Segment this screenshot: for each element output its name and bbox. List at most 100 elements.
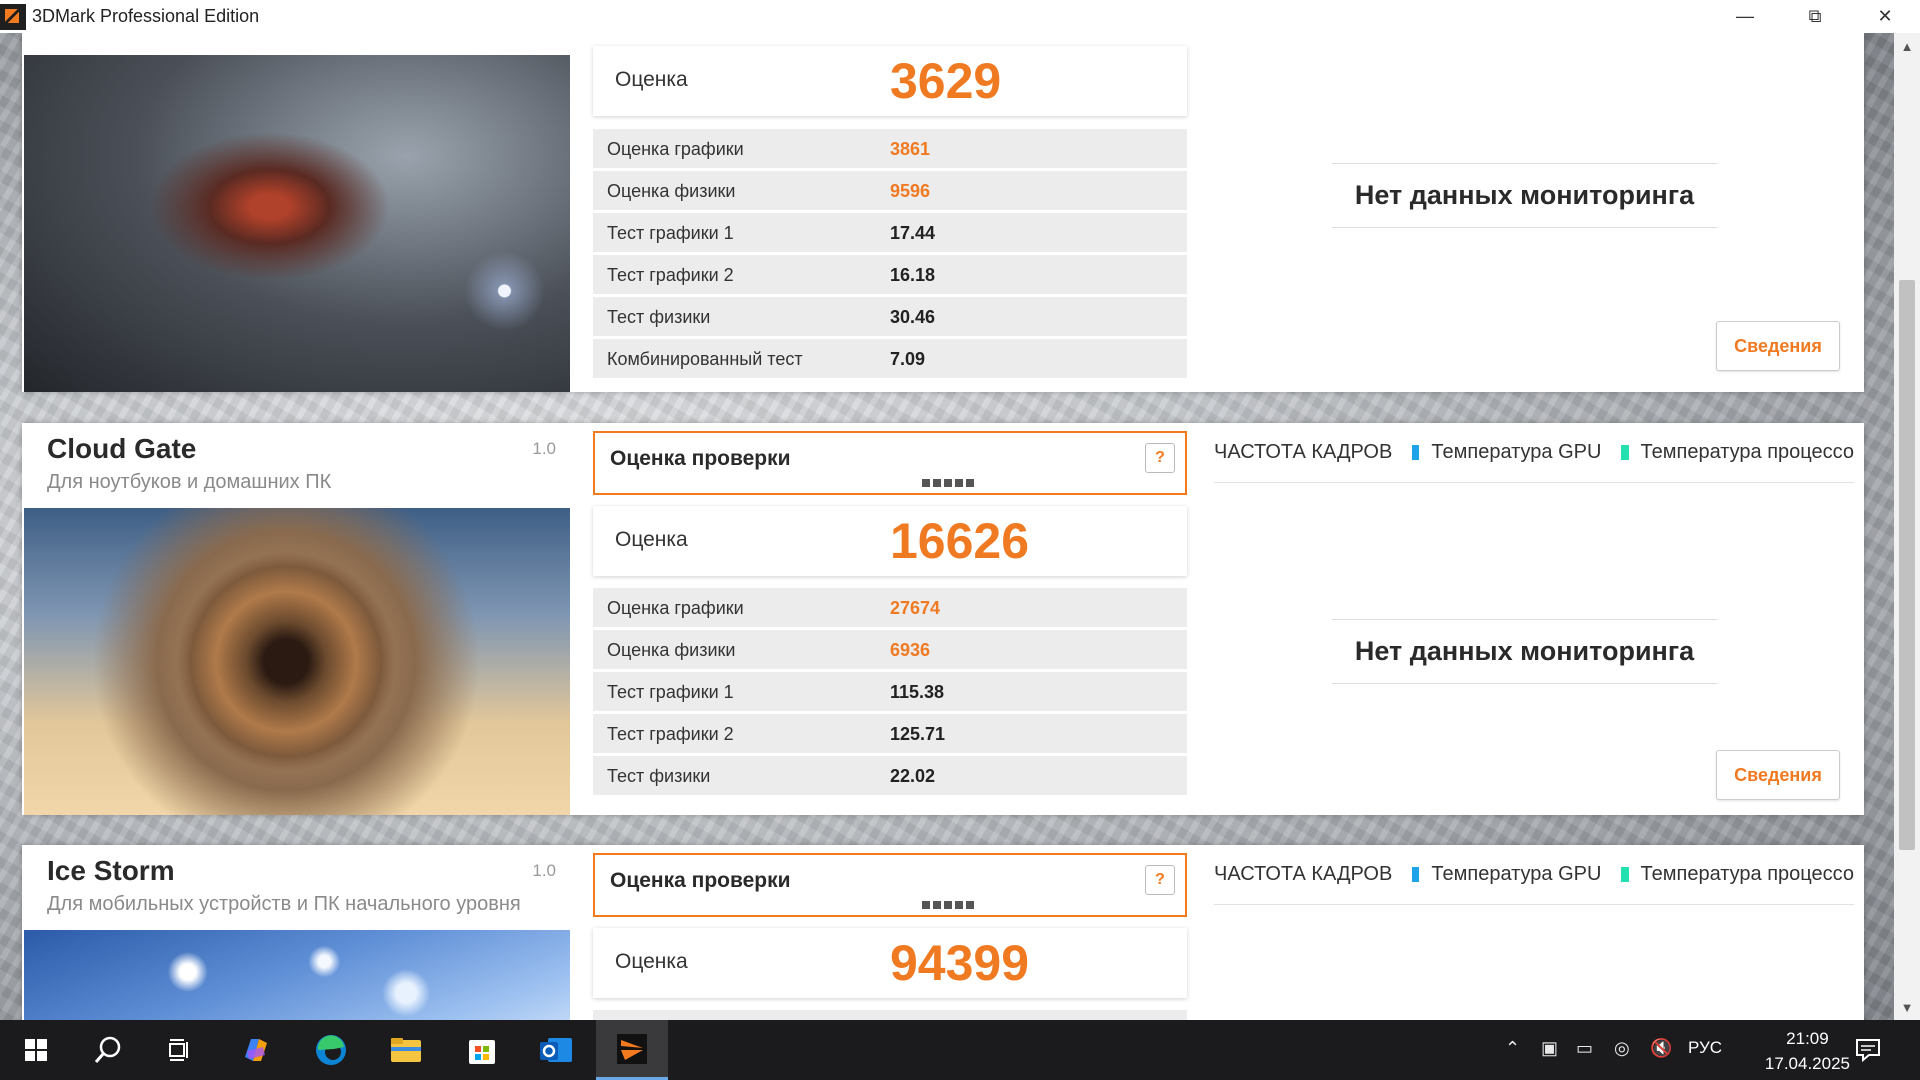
no-monitoring-data: Нет данных мониторинга [1332, 619, 1717, 684]
score-box: Оценка 3629 [593, 46, 1187, 116]
file-explorer-button[interactable] [370, 1020, 442, 1080]
result-row: Тест физики 30.46 [593, 297, 1187, 336]
fire-strike-thumbnail [24, 55, 570, 392]
outlook-button[interactable] [520, 1020, 592, 1080]
test-version: 1.0 [532, 439, 556, 458]
result-row: Оценка графики 27674 [593, 588, 1187, 627]
3dmark-app-icon [0, 3, 26, 30]
help-button[interactable]: ? [1145, 443, 1175, 473]
row-value: 30.46 [890, 307, 936, 327]
notifications-button[interactable] [1838, 1020, 1898, 1080]
gpu-temp-swatch [1412, 867, 1420, 882]
task-view-button[interactable] [144, 1020, 216, 1080]
details-button[interactable]: Сведения [1716, 321, 1840, 371]
fire-strike-panel: Оценка 3629 Оценка графики 3861 Оценка фи… [22, 33, 1864, 392]
restore-button[interactable]: ⧉ [1780, 0, 1850, 33]
monitoring-legend: ЧАСТОТА КАДРОВ Температура GPU Температу… [1214, 845, 1854, 905]
row-value: 115.38 [890, 682, 945, 702]
result-row: Оценка графики 3861 [593, 129, 1187, 168]
store-icon [469, 1040, 495, 1064]
window-title: 3DMark Professional Edition [32, 6, 260, 26]
legend-fps: ЧАСТОТА КАДРОВ [1214, 441, 1393, 463]
title-bar: 3DMark Professional Edition — ⧉ ✕ [0, 0, 1920, 33]
language-indicator[interactable]: РУС [1688, 1038, 1722, 1058]
help-button[interactable]: ? [1145, 865, 1175, 895]
validation-box: Оценка проверки ? [593, 853, 1187, 917]
result-row: Тест графики 1 115.38 [593, 672, 1187, 711]
vertical-scrollbar[interactable]: ▲ ▼ [1894, 33, 1920, 1020]
test-version: 1.0 [532, 861, 556, 880]
row-value: 7.09 [890, 349, 926, 369]
row-value: 125.71 [890, 724, 946, 744]
row-value: 16.18 [890, 265, 936, 285]
result-row: Тест физики 22.02 [593, 756, 1187, 795]
copilot-icon [245, 1039, 267, 1061]
test-info-column: Cloud Gate Для ноутбуков и домашних ПК 1… [22, 423, 570, 815]
monitoring-column: ЧАСТОТА КАДРОВ Температура GPU Температу… [1214, 423, 1854, 815]
result-row [593, 1010, 1187, 1020]
close-button[interactable]: ✕ [1850, 0, 1920, 33]
row-label: Комбинированный тест [607, 349, 803, 369]
row-label: Тест графики 2 [607, 724, 734, 744]
details-button[interactable]: Сведения [1716, 750, 1840, 800]
scroll-down-arrow-icon[interactable]: ▼ [1894, 994, 1920, 1020]
validation-label: Оценка проверки [610, 447, 791, 470]
minimize-button[interactable]: — [1710, 0, 1780, 33]
show-hidden-icons-chevron-icon[interactable]: ⌃ [1505, 1038, 1520, 1059]
score-box: Оценка 94399 [593, 928, 1187, 998]
edge-button[interactable] [295, 1020, 367, 1080]
3dmark-taskbar-button[interactable] [596, 1020, 668, 1080]
test-info-column [22, 33, 570, 392]
monitoring-column: ЧАСТОТА КАДРОВ Температура GPU Температу… [1214, 845, 1854, 1020]
ice-storm-panel: Ice Storm Для мобильных устройств и ПК н… [22, 845, 1864, 1020]
search-icon [94, 1036, 121, 1063]
outlook-icon [540, 1038, 572, 1062]
legend-cpu-temp: Температура процессо [1640, 441, 1854, 463]
score-value: 16626 [890, 513, 1030, 569]
store-button[interactable] [446, 1020, 518, 1080]
legend-fps: ЧАСТОТА КАДРОВ [1214, 863, 1393, 885]
row-label: Тест графики 2 [607, 265, 734, 285]
meet-now-icon[interactable]: ▣ [1541, 1038, 1558, 1059]
test-name: Cloud Gate [47, 433, 197, 464]
row-value: 6936 [890, 640, 931, 660]
close-icon: ✕ [1877, 6, 1893, 26]
taskbar-search-button[interactable] [72, 1020, 144, 1080]
restore-icon: ⧉ [1808, 6, 1822, 26]
battery-icon[interactable]: ▭ [1576, 1038, 1593, 1059]
monitoring-column: Нет данных мониторинга Сведения [1214, 33, 1854, 392]
cloud-gate-panel: Cloud Gate Для ноутбуков и домашних ПК 1… [22, 423, 1864, 815]
gpu-temp-swatch [1412, 445, 1420, 460]
volume-muted-icon[interactable]: 🔇 [1650, 1038, 1672, 1059]
edge-icon [316, 1035, 346, 1065]
test-name: Ice Storm [47, 855, 175, 886]
scroll-thumb[interactable] [1899, 280, 1915, 850]
test-subtitle: Для мобильных устройств и ПК начального … [47, 893, 521, 915]
row-label: Оценка графики [607, 139, 744, 159]
result-row: Тест графики 2 125.71 [593, 714, 1187, 753]
row-value: 27674 [890, 598, 941, 618]
row-value: 22.02 [890, 766, 936, 786]
result-row: Оценка физики 9596 [593, 171, 1187, 210]
cpu-temp-swatch [1621, 445, 1629, 460]
network-icon[interactable]: ◎ [1614, 1038, 1630, 1059]
task-view-icon [169, 1039, 188, 1061]
row-label: Тест физики [607, 766, 711, 786]
validation-label: Оценка проверки [610, 869, 791, 892]
results-area[interactable]: Оценка 3629 Оценка графики 3861 Оценка фи… [0, 33, 1920, 1020]
taskbar: ⌃ ▣ ▭ ◎ 🔇 РУС 21:09 17.04.2025 [0, 1020, 1920, 1080]
copilot-button[interactable] [220, 1020, 292, 1080]
no-monitoring-data: Нет данных мониторинга [1332, 163, 1717, 228]
start-button[interactable] [0, 1020, 72, 1080]
cpu-temp-swatch [1621, 867, 1629, 882]
validation-progress-dots [922, 479, 974, 487]
row-label: Оценка графики [607, 598, 744, 618]
scroll-up-arrow-icon[interactable]: ▲ [1894, 33, 1920, 59]
test-subtitle: Для ноутбуков и домашних ПК [47, 471, 332, 493]
row-label: Оценка физики [607, 640, 736, 660]
legend-gpu-temp: Температура GPU [1431, 863, 1602, 885]
result-row: Оценка физики 6936 [593, 630, 1187, 669]
test-info-column: Ice Storm Для мобильных устройств и ПК н… [22, 845, 570, 1020]
ice-storm-thumbnail [24, 930, 570, 1020]
validation-box: Оценка проверки ? [593, 431, 1187, 495]
